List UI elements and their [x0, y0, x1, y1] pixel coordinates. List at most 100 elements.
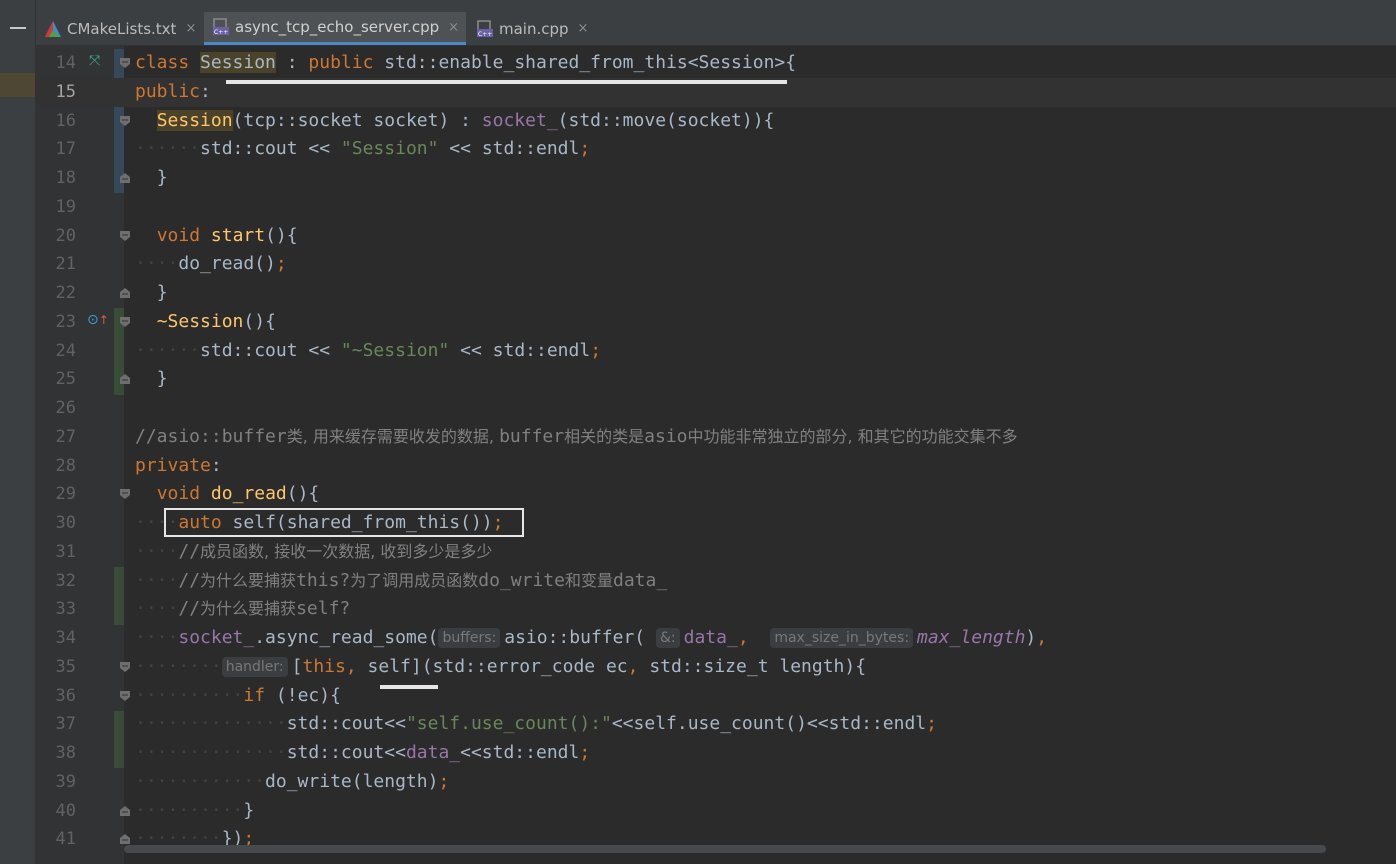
code-line: 18 }: [36, 164, 1396, 193]
code-line: 37 ··············std::cout<<"self.use_co…: [36, 710, 1396, 739]
tab-label: async_tcp_echo_server.cpp: [235, 18, 440, 36]
code-token: public: [308, 52, 374, 73]
inlay-hint: buffers:: [438, 628, 501, 648]
code-line: 16 Session(tcp::socket socket) : socket_…: [36, 107, 1396, 136]
fold-icon[interactable]: [120, 691, 130, 701]
svg-text:C++: C++: [214, 29, 228, 36]
code-line: 24 ······std::cout << "~Session" << std:…: [36, 337, 1396, 366]
code-token: }: [243, 800, 255, 821]
code-token: do_read: [210, 483, 287, 504]
close-icon[interactable]: ×: [578, 21, 589, 36]
code-line: 31 ····//成员函数, 接收一次数据, 收到多少是多少: [36, 538, 1396, 567]
code-token: data_: [405, 742, 461, 763]
code-token: do_read(): [178, 253, 276, 274]
code-line: 19: [36, 193, 1396, 222]
line-number: 28: [55, 456, 76, 476]
code-token: ;: [438, 771, 450, 792]
code-token: buffer: [499, 426, 565, 447]
cpp-file-icon: C++: [476, 19, 494, 38]
code-token: this?: [296, 570, 351, 591]
fold-icon[interactable]: [120, 374, 130, 384]
line-number: 21: [55, 254, 76, 274]
code-token: start: [210, 225, 266, 246]
horizontal-scrollbar[interactable]: [124, 845, 1326, 853]
code-line: 35 ········ handler: [this, self](std::err…: [36, 653, 1396, 682]
code-line: 32 ····//为什么要捕获this?为了调用成员函数do_write和变量d…: [36, 567, 1396, 596]
code-token: socket_: [178, 627, 255, 648]
annotation-underline: [226, 80, 787, 84]
code-line: 36 ··········if (!ec){: [36, 682, 1396, 711]
code-token: ;: [926, 713, 937, 734]
code-token: (std::move(socket)){: [557, 110, 775, 131]
code-token: }: [156, 167, 168, 188]
code-token: << std::endl: [449, 340, 591, 361]
code-line: 34 ····socket_.async_read_some(buffers: a…: [36, 624, 1396, 653]
fold-icon[interactable]: [120, 58, 130, 68]
code-token: "~Session": [340, 340, 450, 361]
code-token: (!ec){: [265, 685, 341, 706]
code-token: }: [156, 282, 168, 303]
tab-label: CMakeLists.txt: [67, 19, 177, 38]
line-number: 16: [55, 111, 76, 131]
code-token: (tcp::socket socket) :: [232, 110, 482, 131]
code-token: ;: [579, 138, 591, 159]
code-token: //: [178, 541, 201, 562]
code-token: //asio::buffer: [135, 426, 287, 447]
code-line: 40 ··········}: [36, 797, 1396, 826]
code-line: 14 class Session : public std::enable_sh…: [36, 49, 1396, 78]
code-token: (){: [265, 225, 298, 246]
editor-tab-bar: CMakeLists.txt × C++ async_tcp_echo_serv…: [36, 12, 1396, 46]
tab-async-tcp-echo-server[interactable]: C++ async_tcp_echo_server.cpp ×: [204, 12, 466, 45]
fold-icon[interactable]: [120, 489, 130, 499]
code-token: 相关的类是: [564, 427, 645, 446]
close-icon[interactable]: ×: [448, 20, 459, 35]
inlay-hint: max_size_in_bytes:: [770, 628, 914, 648]
fold-icon[interactable]: [120, 806, 130, 816]
line-number: 34: [55, 628, 76, 648]
fold-icon[interactable]: [120, 116, 130, 126]
title-strip: [36, 0, 1396, 12]
code-line: 22 }: [36, 279, 1396, 308]
annotation-underline: [380, 685, 438, 689]
code-token: socket_: [481, 110, 558, 131]
tab-cmakelists[interactable]: CMakeLists.txt ×: [36, 12, 204, 45]
line-number: 20: [55, 226, 76, 246]
code-line: 33 ····//为什么要捕获self?: [36, 595, 1396, 624]
code-line: 38 ··············std::cout<<data_<<std::…: [36, 739, 1396, 768]
fold-icon[interactable]: [120, 834, 130, 844]
line-number: 33: [55, 599, 76, 619]
code-token: std::cout <<: [200, 340, 341, 361]
code-token: ;: [579, 742, 591, 763]
code-line: 26: [36, 394, 1396, 423]
code-line: 39 ············do_write(length);: [36, 768, 1396, 797]
line-number: 22: [55, 283, 76, 303]
code-line: 28 private:: [36, 452, 1396, 481]
tab-main-cpp[interactable]: C++ main.cpp ×: [468, 12, 592, 45]
line-number: 35: [55, 657, 76, 677]
code-line: 27 //asio::buffer类, 用来缓存需要收发的数据, buffer相…: [36, 423, 1396, 452]
fold-icon[interactable]: [120, 662, 130, 672]
minimize-icon[interactable]: [10, 27, 26, 29]
code-token: "self.use_count():": [405, 713, 612, 734]
code-token: ,: [1036, 627, 1048, 648]
fold-icon[interactable]: [120, 288, 130, 298]
fold-icon[interactable]: [120, 173, 130, 183]
line-number: 40: [55, 801, 76, 821]
code-token: 成员函数, 接收一次数据, 收到多少是多少: [200, 542, 493, 561]
code-token: [: [291, 656, 303, 677]
code-token: 中功能非常独立的部分, 和其它的功能交集不多: [687, 427, 1018, 446]
code-token: //: [178, 598, 201, 619]
code-token: }: [156, 368, 168, 389]
line-number: 17: [55, 139, 76, 159]
fold-icon[interactable]: [120, 317, 130, 327]
code-token: "Session": [340, 138, 439, 159]
code-token: Session: [200, 52, 276, 73]
close-icon[interactable]: ×: [185, 21, 196, 36]
code-token: private: [135, 455, 211, 476]
fold-icon[interactable]: [120, 231, 130, 241]
line-number: 39: [55, 772, 76, 792]
code-token: std::cout<<: [286, 742, 406, 763]
code-token: ;: [275, 253, 287, 274]
line-number: 15: [55, 82, 76, 102]
line-number: 32: [55, 571, 76, 591]
